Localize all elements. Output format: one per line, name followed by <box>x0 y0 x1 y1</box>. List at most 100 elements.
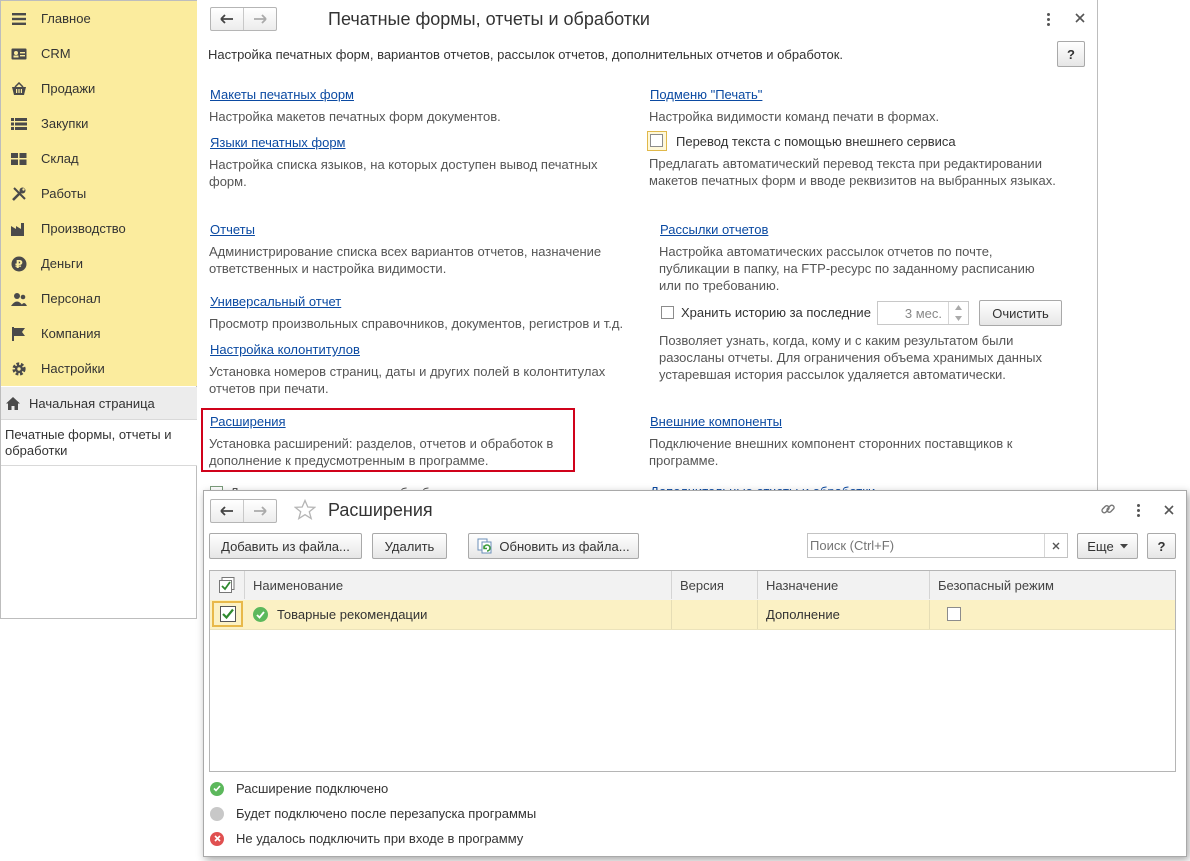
works-tools-icon <box>10 185 28 203</box>
languages-description: Настройка списка языков, на которых дост… <box>209 157 598 189</box>
extensions-title: Расширения <box>328 500 433 520</box>
open-window-tab[interactable]: Печатные формы, отчеты и обработки <box>1 420 197 466</box>
layouts-link[interactable]: Макеты печатных форм <box>210 87 354 102</box>
link-icon[interactable] <box>1100 501 1116 520</box>
extensions-description: Установка расширений: разделов, отчетов … <box>209 436 554 468</box>
table-row[interactable]: Товарные рекомендации Дополнение <box>210 600 1175 630</box>
table-header: Наименование Версия Назначение Безопасны… <box>210 571 1175 601</box>
sidebar-item-works[interactable]: Работы <box>1 176 197 211</box>
clear-search-button[interactable] <box>1044 534 1067 557</box>
more-label: Еще <box>1087 538 1114 554</box>
more-button[interactable]: Еще <box>1077 533 1138 559</box>
column-header-name[interactable]: Наименование <box>245 571 672 599</box>
sidebar-item-label: CRM <box>41 46 71 61</box>
layouts-description: Настройка макетов печатных форм документ… <box>209 109 501 124</box>
print-submenu-link[interactable]: Подменю "Печать" <box>650 87 762 102</box>
print-forms-form: Печатные формы, отчеты и обработки Настр… <box>198 0 1098 500</box>
enabled-checkbox[interactable] <box>219 606 236 622</box>
sidebar-item-main[interactable]: Главное <box>1 1 197 36</box>
spin-up-icon <box>955 305 962 310</box>
history-period-value: 3 мес. <box>904 305 942 321</box>
search-input[interactable] <box>808 534 1044 557</box>
close-icon <box>1075 13 1085 23</box>
update-file-icon <box>477 538 493 554</box>
forward-button[interactable] <box>243 8 276 30</box>
clear-history-button[interactable]: Очистить <box>979 300 1062 326</box>
home-icon <box>6 396 20 410</box>
ext-more-actions-button[interactable] <box>1137 504 1140 517</box>
back-button[interactable] <box>211 8 243 30</box>
header-check-column[interactable] <box>210 571 245 599</box>
close-button[interactable] <box>1073 11 1087 25</box>
connected-status-icon <box>253 607 268 622</box>
home-page-label: Начальная страница <box>29 395 155 411</box>
sections-list: Главное CRM Продажи Закупки Склад Работы… <box>1 1 197 386</box>
extensions-link[interactable]: Расширения <box>210 414 286 429</box>
sidebar-item-staff[interactable]: Персонал <box>1 281 197 316</box>
legend-pending: Будет подключено после перезапуска прогр… <box>210 806 536 821</box>
column-header-safe-mode[interactable]: Безопасный режим <box>930 571 1175 599</box>
sidebar-item-label: Настройки <box>41 361 105 376</box>
sidebar-item-label: Компания <box>41 326 101 341</box>
spin-down-icon <box>955 316 962 321</box>
history-period-field[interactable]: 3 мес. <box>877 301 969 325</box>
translate-checkbox[interactable] <box>650 134 663 147</box>
legend-failed: Не удалось подключить при входе в програ… <box>210 831 523 846</box>
translate-description: Предлагать автоматический перевод текста… <box>649 156 1056 188</box>
sidebar-item-production[interactable]: Производство <box>1 211 197 246</box>
sidebar-item-purchases[interactable]: Закупки <box>1 106 197 141</box>
sidebar-item-label: Продажи <box>41 81 96 96</box>
svg-text:₽: ₽ <box>15 258 23 271</box>
sidebar-item-sales[interactable]: Продажи <box>1 71 197 106</box>
external-components-description: Подключение внешних компонент сторонних … <box>649 436 1013 468</box>
column-header-purpose[interactable]: Назначение <box>758 571 930 599</box>
help-button[interactable]: ? <box>1057 41 1085 67</box>
add-from-file-button[interactable]: Добавить из файла... <box>209 533 362 559</box>
mailing-link[interactable]: Рассылки отчетов <box>660 222 768 237</box>
translate-label: Перевод текста с помощью внешнего сервис… <box>676 134 956 149</box>
sidebar-item-label: Закупки <box>41 116 89 131</box>
sidebar-item-label: Главное <box>41 11 91 26</box>
external-components-link[interactable]: Внешние компоненты <box>650 414 782 429</box>
purchases-icon <box>10 115 28 133</box>
languages-link[interactable]: Языки печатных форм <box>210 135 346 150</box>
ext-back-button[interactable] <box>211 500 243 522</box>
legend-connected: Расширение подключено <box>210 781 388 796</box>
home-page-item[interactable]: Начальная страница <box>1 387 197 420</box>
universal-report-link[interactable]: Универсальный отчет <box>210 294 341 309</box>
extensions-window: Расширения Добавить из файла... Удалить … <box>203 490 1187 857</box>
row-purpose-cell: Дополнение <box>758 600 930 629</box>
update-from-file-label: Обновить из файла... <box>499 538 630 554</box>
sidebar-item-money[interactable]: ₽ Деньги <box>1 246 197 281</box>
ext-help-button[interactable]: ? <box>1147 533 1176 559</box>
page-subtitle: Настройка печатных форм, вариантов отчет… <box>208 47 844 62</box>
sidebar-item-warehouse[interactable]: Склад <box>1 141 197 176</box>
more-actions-button[interactable] <box>1047 13 1050 26</box>
pending-status-icon <box>210 806 224 821</box>
update-from-file-button[interactable]: Обновить из файла... <box>468 533 639 559</box>
mailing-description: Настройка автоматических рассылок отчето… <box>659 244 1035 293</box>
reports-link[interactable]: Отчеты <box>210 222 255 237</box>
column-header-version[interactable]: Версия <box>672 571 758 599</box>
sidebar-item-crm[interactable]: CRM <box>1 36 197 71</box>
headers-footers-description: Установка номеров страниц, даты и других… <box>209 364 606 396</box>
print-submenu-description: Настройка видимости команд печати в форм… <box>649 109 940 124</box>
sidebar-item-settings[interactable]: Настройки <box>1 351 197 386</box>
ext-close-button[interactable] <box>1162 503 1176 517</box>
sidebar-item-label: Деньги <box>41 256 83 271</box>
safe-mode-checkbox[interactable] <box>947 607 961 621</box>
row-enable-cell[interactable] <box>212 601 243 627</box>
favorite-star-icon[interactable] <box>293 498 317 524</box>
page-title: Печатные формы, отчеты и обработки <box>328 9 650 29</box>
history-label: Хранить историю за последние <box>681 305 871 320</box>
row-version-cell <box>672 600 758 629</box>
sidebar-item-company[interactable]: Компания <box>1 316 197 351</box>
ext-forward-button[interactable] <box>243 500 276 522</box>
headers-footers-link[interactable]: Настройка колонтитулов <box>210 342 360 357</box>
close-icon <box>1164 505 1174 515</box>
history-nav <box>210 7 277 31</box>
history-checkbox[interactable] <box>661 306 674 319</box>
sidebar-item-label: Склад <box>41 151 79 166</box>
delete-button[interactable]: Удалить <box>372 533 447 559</box>
period-spin-buttons[interactable] <box>948 302 968 324</box>
